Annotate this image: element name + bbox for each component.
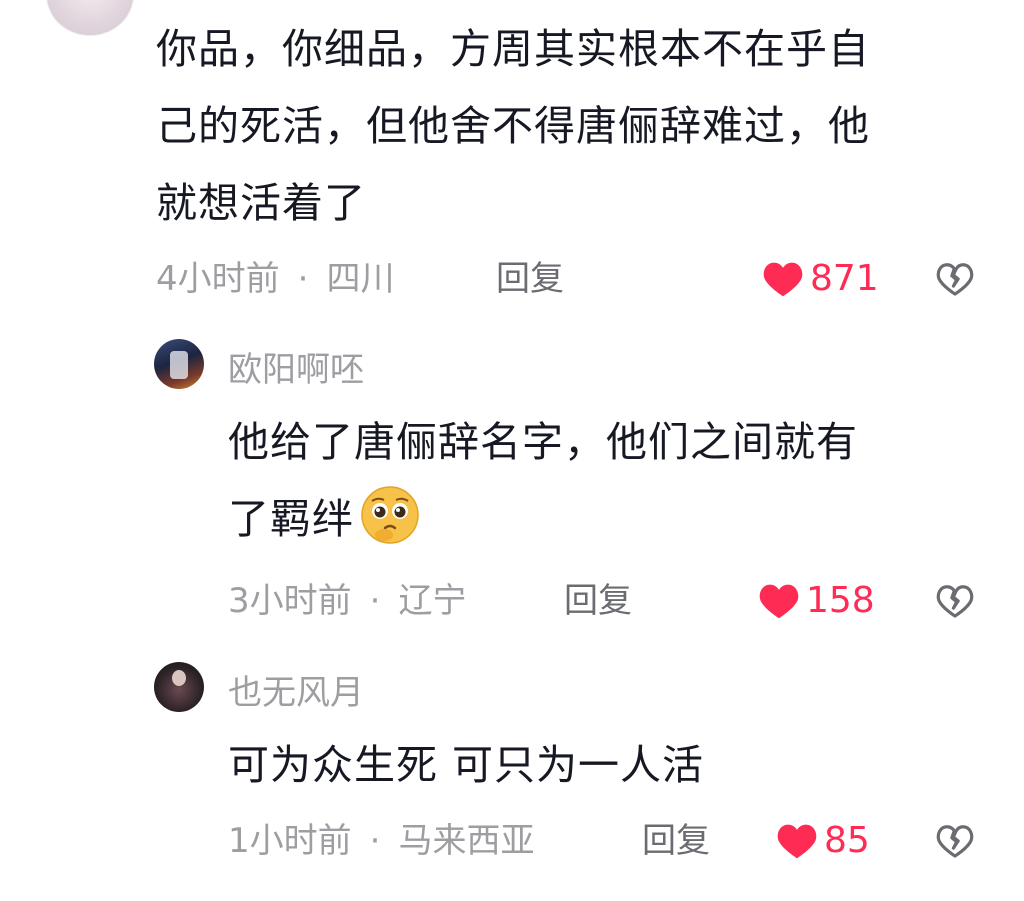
like-button[interactable]: 871 <box>762 259 879 299</box>
broken-heart-icon[interactable] <box>936 260 974 298</box>
separator-dot: · <box>369 821 381 861</box>
comment-line: 他给了唐俪辞名字，他们之间就有 <box>228 418 858 466</box>
like-count: 871 <box>810 258 879 299</box>
comment-meta: 1小时前 · 马来西亚 <box>228 821 534 861</box>
broken-heart-icon[interactable] <box>936 822 974 860</box>
comment-time: 4小时前 <box>156 259 280 299</box>
comment-meta: 3小时前 · 辽宁 <box>228 581 466 621</box>
like-button[interactable]: 158 <box>758 581 875 621</box>
comment-line: 了羁绊 <box>228 481 858 558</box>
comment-line: 己的死活，但他舍不得唐俪辞难过，他 <box>156 102 870 150</box>
username[interactable]: 欧阳啊呸 <box>228 350 364 390</box>
comment-time: 1小时前 <box>228 821 352 861</box>
like-count: 158 <box>806 580 875 621</box>
pleading-face-emoji <box>361 486 419 544</box>
comment-location: 马来西亚 <box>398 821 535 861</box>
comment-line: 可为众生死 可只为一人活 <box>228 741 705 789</box>
comment-location: 辽宁 <box>398 581 467 621</box>
comment-meta: 4小时前 · 四川 <box>156 259 394 299</box>
avatar[interactable] <box>154 662 204 712</box>
avatar[interactable] <box>154 339 204 389</box>
comment-location: 四川 <box>326 259 395 299</box>
like-button[interactable]: 85 <box>776 821 870 861</box>
heart-icon <box>777 824 817 859</box>
comment-line: 你品，你细品，方周其实根本不在乎自 <box>156 25 870 73</box>
reply-button[interactable]: 回复 <box>642 821 710 861</box>
comment-line-text: 了羁绊 <box>228 495 354 543</box>
reply-button[interactable]: 回复 <box>496 259 564 299</box>
reply-button[interactable]: 回复 <box>564 581 632 621</box>
separator-dot: · <box>369 581 381 621</box>
broken-heart-icon[interactable] <box>936 582 974 620</box>
username[interactable]: 也无风月 <box>228 673 364 713</box>
avatar[interactable] <box>46 0 134 36</box>
heart-icon <box>763 262 803 297</box>
separator-dot: · <box>297 259 309 299</box>
heart-icon <box>759 584 799 619</box>
like-count: 85 <box>824 820 870 861</box>
comment-line: 就想活着了 <box>156 179 366 227</box>
comment-time: 3小时前 <box>228 581 352 621</box>
comment-text: 你品，你细品，方周其实根本不在乎自 己的死活，但他舍不得唐俪辞难过，他 就想活着… <box>156 11 870 242</box>
comment-text: 他给了唐俪辞名字，他们之间就有 了羁绊 <box>228 404 858 558</box>
comment-text: 可为众生死 可只为一人活 <box>228 727 704 804</box>
